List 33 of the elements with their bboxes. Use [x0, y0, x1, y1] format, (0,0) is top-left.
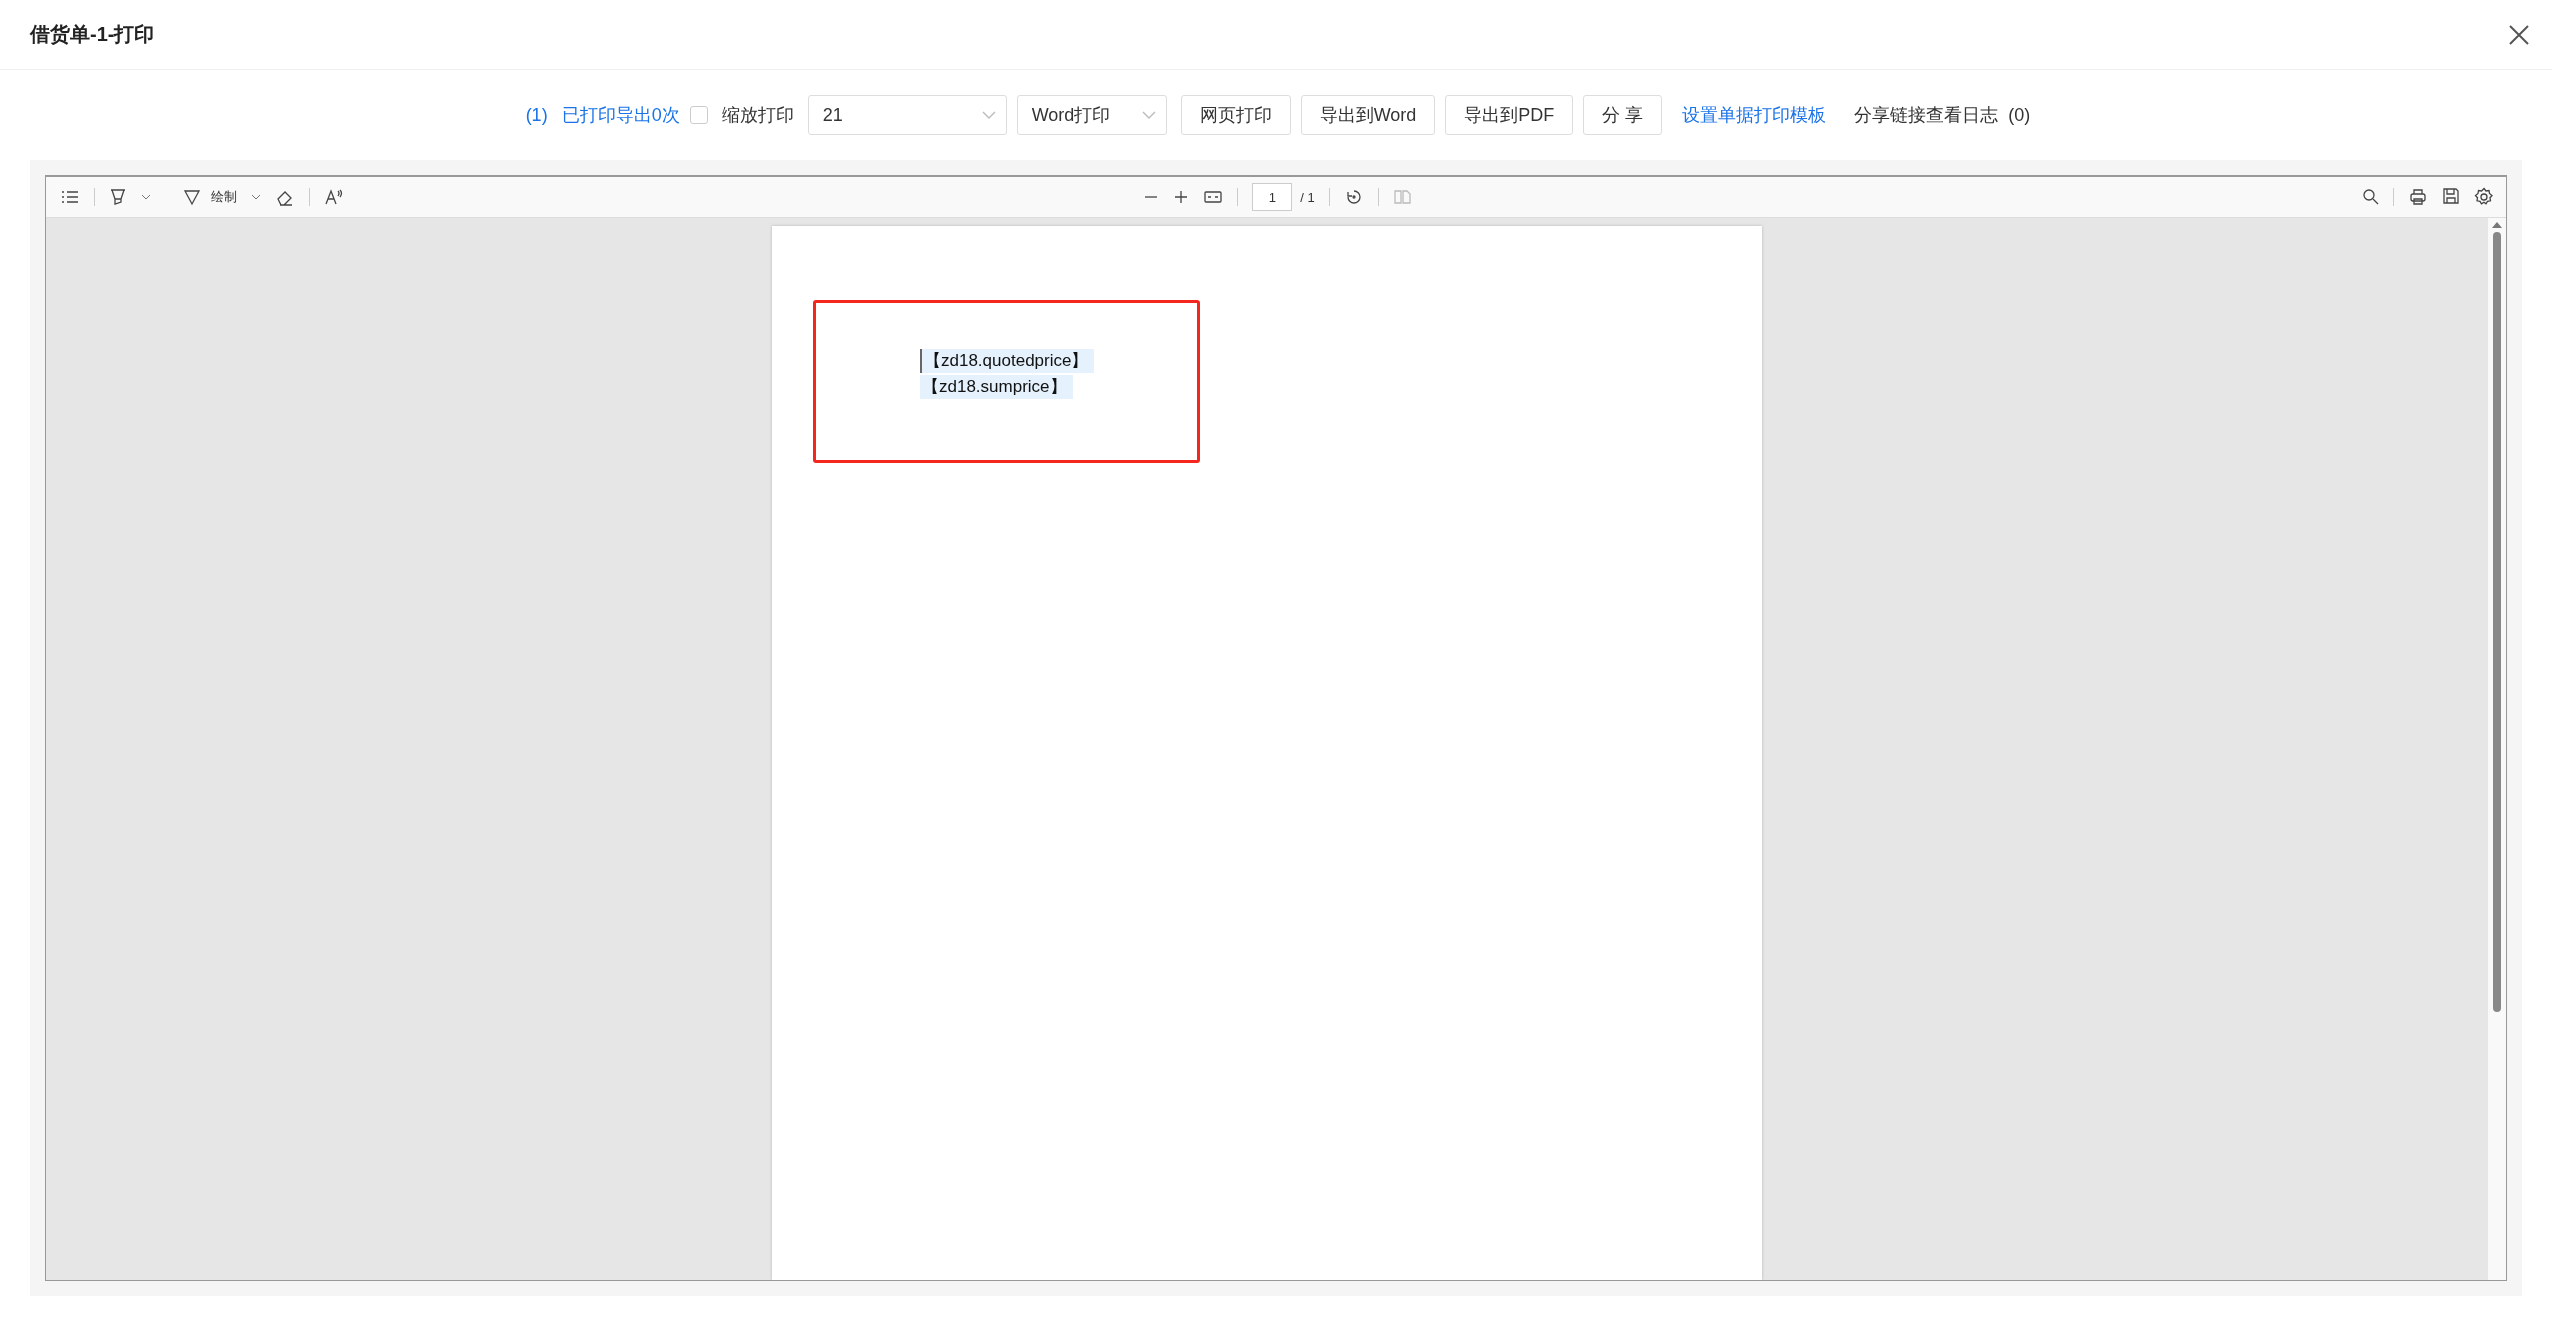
template-select[interactable]: 21	[807, 95, 1007, 135]
share-log-link[interactable]: 分享链接查看日志 (0)	[1854, 103, 2031, 127]
scrollbar[interactable]	[2488, 218, 2506, 1280]
print-mode-select[interactable]: Word打印	[1016, 95, 1167, 135]
close-icon[interactable]	[2508, 23, 2530, 46]
pen-icon[interactable]	[183, 187, 201, 207]
print-count: (1)	[525, 104, 548, 126]
save-icon[interactable]	[2442, 187, 2460, 207]
page-number-input[interactable]: 1	[1252, 183, 1293, 211]
search-icon[interactable]	[2361, 187, 2379, 207]
scroll-up-icon[interactable]	[2492, 222, 2502, 228]
toolbar-button[interactable]: 分 享	[1583, 95, 1663, 135]
caret-icon	[1141, 111, 1156, 119]
highlighter-icon[interactable]	[109, 187, 127, 207]
page-total: / 1	[1300, 189, 1315, 205]
draw-label[interactable]: 绘制	[211, 188, 237, 206]
caret-icon[interactable]	[251, 194, 261, 200]
toolbar-button[interactable]: 网页打印	[1180, 95, 1291, 135]
caret-icon	[981, 111, 996, 119]
settings-icon[interactable]	[2474, 187, 2494, 207]
print-status-link[interactable]: 已打印导出0次	[561, 103, 680, 127]
two-page-icon	[1392, 187, 1411, 207]
checkbox-label: 缩放打印	[721, 104, 794, 127]
toolbar-button[interactable]: 导出到Word	[1300, 95, 1436, 135]
read-aloud-icon[interactable]	[324, 187, 344, 207]
zoom-print-checkbox[interactable]	[689, 106, 708, 124]
print-icon[interactable]	[2408, 187, 2428, 207]
template-settings-link[interactable]: 设置单据打印模板	[1682, 103, 1827, 127]
placeholder-field: 【zd18.sumprice】	[920, 375, 1073, 399]
caret-icon[interactable]	[141, 194, 151, 200]
placeholder-field: 【zd18.quotedprice】	[920, 349, 1095, 373]
toolbar-button[interactable]: 导出到PDF	[1445, 95, 1574, 135]
window-title: 借货单-1-打印	[30, 22, 155, 47]
